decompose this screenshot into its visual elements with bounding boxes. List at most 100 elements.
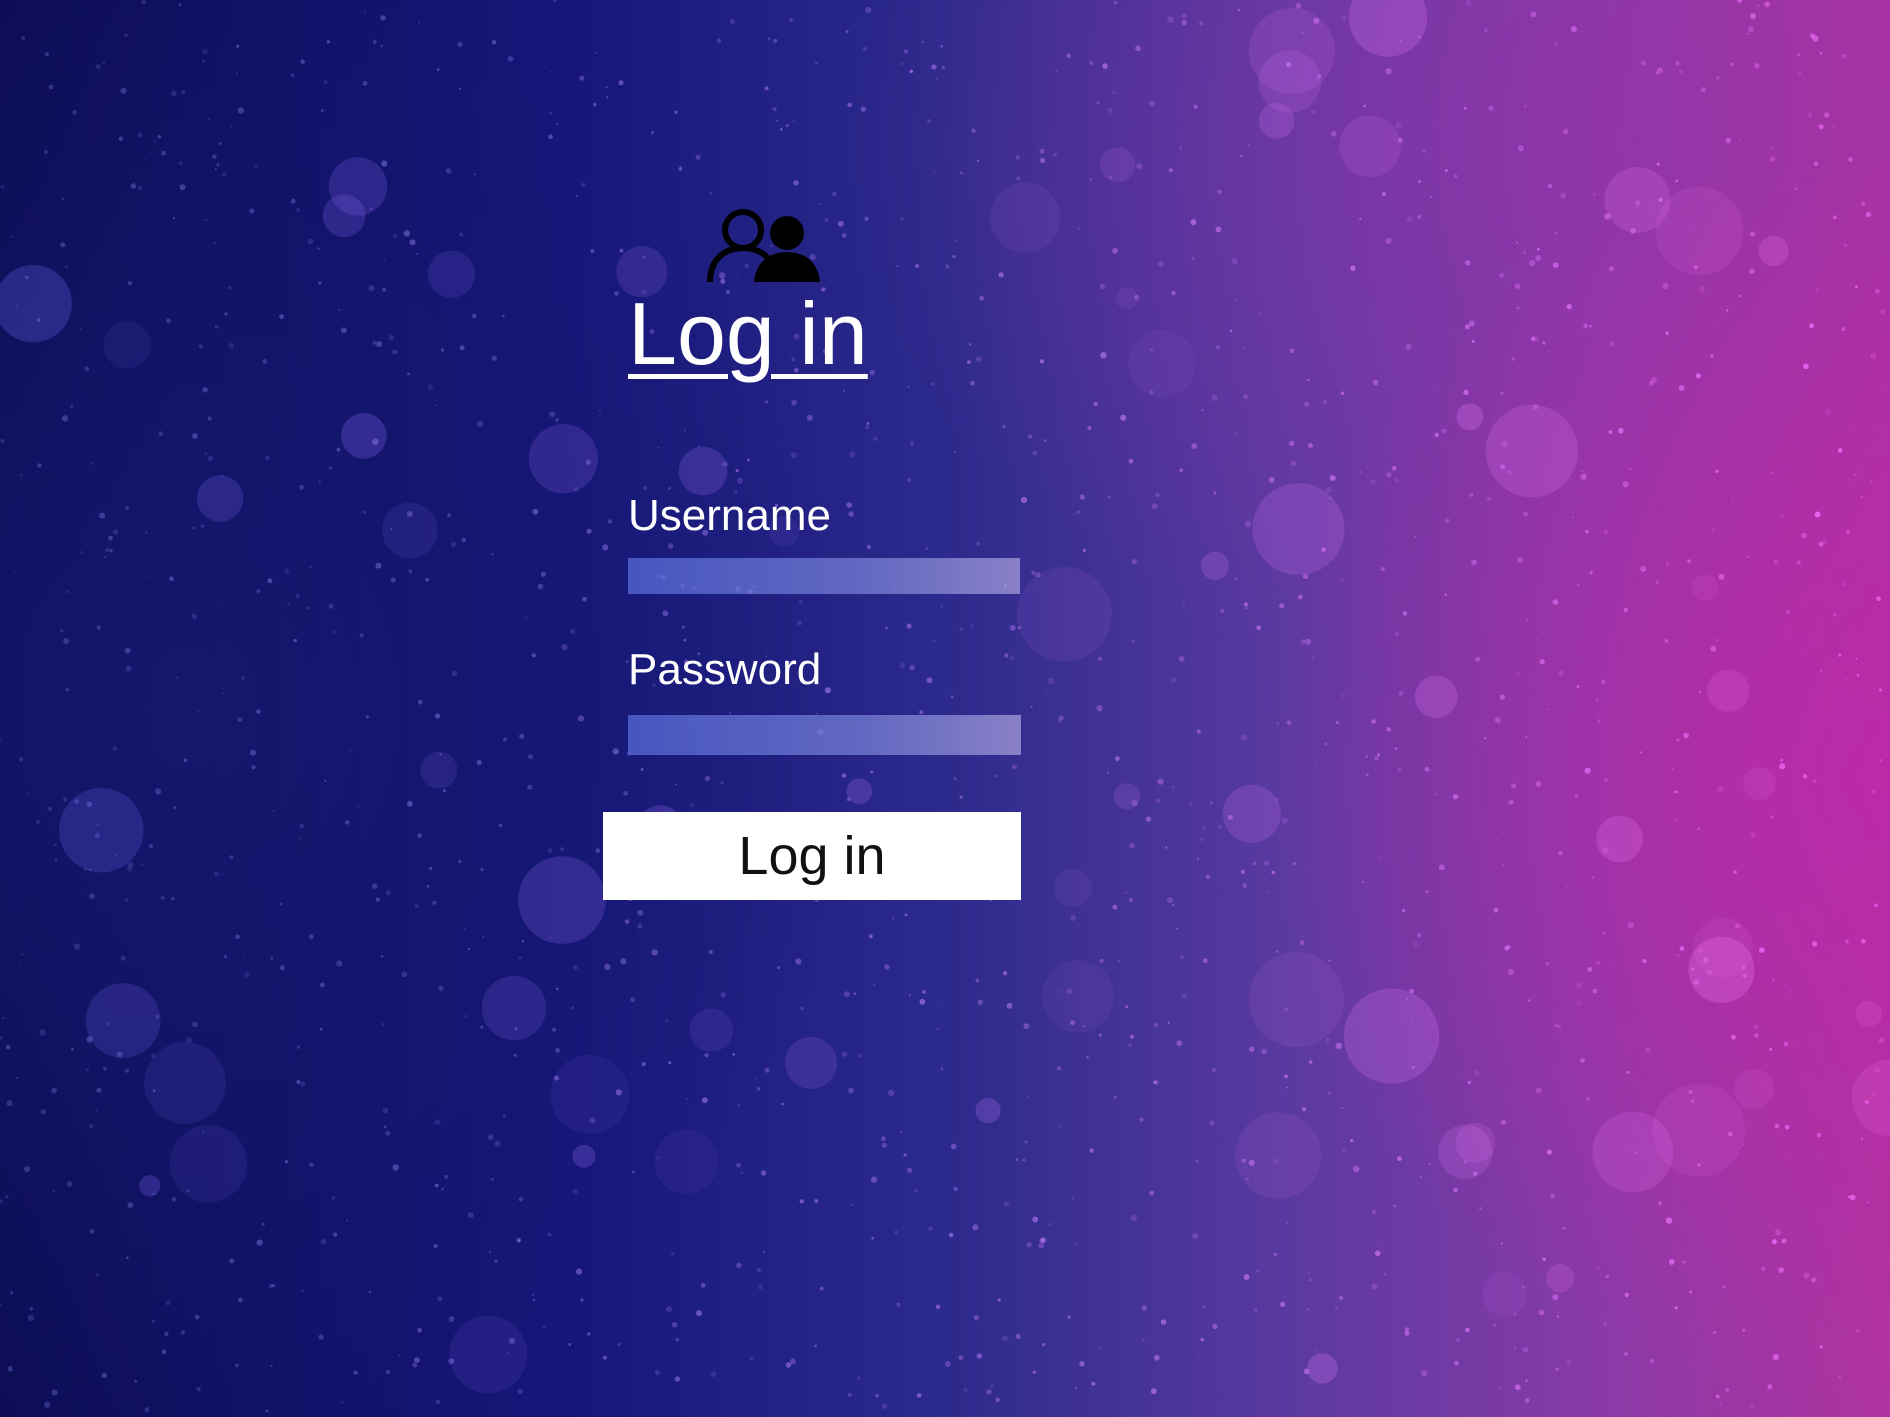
bokeh-particle <box>882 1403 888 1409</box>
bokeh-particle <box>792 119 795 122</box>
bokeh-particle <box>5 1045 11 1050</box>
bokeh-orb <box>427 250 476 298</box>
bokeh-particle <box>1716 639 1719 642</box>
bokeh-particle <box>1507 969 1514 976</box>
bokeh-particle <box>1304 401 1310 407</box>
bokeh-particle <box>1629 467 1632 470</box>
bokeh-particle <box>183 758 188 763</box>
bokeh-particle <box>1074 1243 1077 1246</box>
bokeh-particle <box>604 963 611 971</box>
bokeh-particle <box>202 59 205 63</box>
username-input[interactable] <box>628 558 1020 594</box>
bokeh-particle <box>916 1393 922 1398</box>
bokeh-particle <box>1202 958 1208 964</box>
bokeh-particle <box>287 602 290 605</box>
bokeh-particle <box>451 541 457 547</box>
bokeh-particle <box>940 605 943 608</box>
bokeh-particle <box>1229 329 1233 333</box>
bokeh-particle <box>799 600 803 604</box>
bokeh-particle <box>44 1401 51 1408</box>
bokeh-particle <box>906 477 912 483</box>
bokeh-particle <box>125 506 129 510</box>
bokeh-particle <box>617 1342 621 1346</box>
bokeh-particle <box>1556 1315 1560 1318</box>
bokeh-particle <box>127 866 133 872</box>
bokeh-particle <box>1815 512 1820 517</box>
bokeh-particle <box>575 1268 583 1275</box>
bokeh-particle <box>651 949 658 956</box>
bokeh-particle <box>1854 473 1857 476</box>
bokeh-particle <box>1514 1384 1521 1391</box>
bokeh-particle <box>1323 742 1328 746</box>
bokeh-particle <box>521 940 525 943</box>
bokeh-particle <box>459 87 462 90</box>
bokeh-particle <box>1015 1333 1021 1339</box>
bokeh-orb <box>1545 1263 1575 1293</box>
bokeh-particle <box>126 1256 129 1259</box>
bokeh-particle <box>1717 786 1724 792</box>
bokeh-particle <box>1576 1000 1582 1006</box>
bokeh-orb <box>196 475 244 522</box>
bokeh-particle <box>137 132 143 138</box>
bokeh-particle <box>1789 990 1792 993</box>
bokeh-particle <box>1205 874 1210 879</box>
bokeh-particle <box>776 119 779 122</box>
bokeh-particle <box>1422 149 1426 153</box>
bokeh-particle <box>219 142 222 145</box>
bokeh-particle <box>498 823 503 828</box>
bokeh-particle <box>1542 1257 1546 1262</box>
bokeh-particle <box>795 958 802 965</box>
bokeh-particle <box>380 15 386 21</box>
bokeh-particle <box>262 1222 265 1226</box>
bokeh-particle <box>686 1097 688 1100</box>
bokeh-orb <box>1743 767 1777 801</box>
bokeh-particle <box>359 633 364 638</box>
bokeh-orb <box>1016 566 1112 662</box>
bokeh-particle <box>179 184 186 191</box>
bokeh-particle <box>1023 1023 1030 1030</box>
bokeh-particle <box>936 1027 939 1031</box>
bokeh-particle <box>1191 256 1195 260</box>
bokeh-particle <box>1434 432 1440 438</box>
bokeh-particle <box>124 647 131 654</box>
bokeh-particle <box>1769 1048 1773 1051</box>
bokeh-particle <box>1483 736 1487 740</box>
password-input[interactable] <box>628 715 1021 755</box>
bokeh-particle <box>668 1061 672 1065</box>
bokeh-particle <box>1665 1217 1673 1224</box>
bokeh-particle <box>238 1297 243 1303</box>
bokeh-particle <box>435 1399 440 1404</box>
bokeh-particle <box>272 809 275 812</box>
bokeh-particle <box>1624 1352 1628 1356</box>
bokeh-particle <box>1689 1290 1693 1294</box>
bokeh-particle <box>318 1334 324 1340</box>
bokeh-particle <box>73 943 81 950</box>
bokeh-particle <box>814 1344 818 1348</box>
bokeh-particle <box>860 106 866 112</box>
bokeh-particle <box>418 21 421 24</box>
bokeh-particle <box>1772 1354 1780 1361</box>
bokeh-particle <box>346 1219 349 1222</box>
bokeh-particle <box>155 788 162 795</box>
bokeh-orb <box>103 321 151 369</box>
bokeh-particle <box>336 447 341 452</box>
bokeh-particle <box>894 1230 899 1235</box>
bokeh-particle <box>1031 570 1036 575</box>
bokeh-orb <box>1592 1111 1674 1193</box>
bokeh-particle <box>1376 753 1381 757</box>
bokeh-particle <box>1526 619 1529 622</box>
bokeh-particle <box>64 265 68 269</box>
bokeh-particle <box>60 242 66 248</box>
bokeh-particle <box>1386 472 1392 478</box>
bokeh-particle <box>1871 789 1876 794</box>
bokeh-particle <box>382 1108 389 1114</box>
bokeh-particle <box>1711 528 1715 532</box>
login-button[interactable]: Log in <box>603 812 1021 900</box>
bokeh-particle <box>434 1119 441 1126</box>
bokeh-particle <box>1649 1359 1654 1364</box>
bokeh-particle <box>1789 1153 1791 1156</box>
bokeh-particle <box>641 1062 646 1067</box>
bokeh-particle <box>977 159 980 162</box>
bokeh-particle <box>1004 653 1009 658</box>
bokeh-particle <box>284 568 290 574</box>
